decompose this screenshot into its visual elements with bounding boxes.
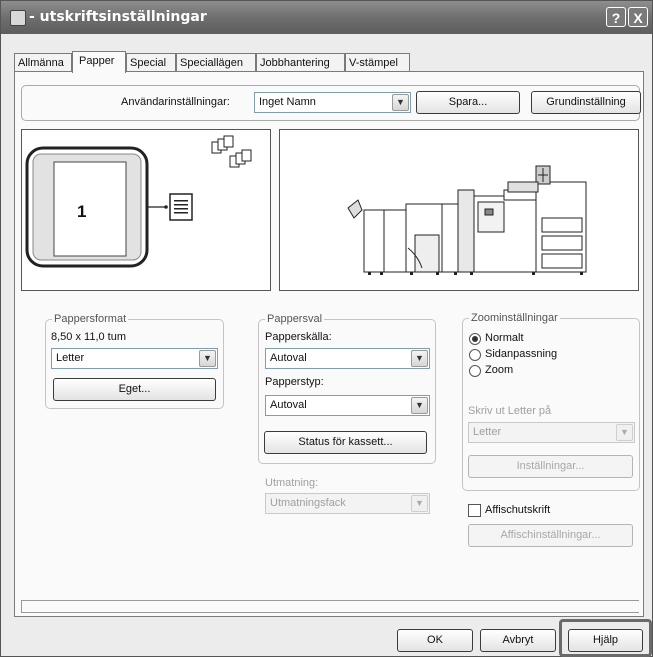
paper-size-value: Letter [56, 352, 85, 364]
chevron-down-icon: ▼ [616, 424, 633, 441]
save-button[interactable]: Spara... [416, 91, 520, 114]
default-settings-button[interactable]: Grundinställning [531, 91, 641, 114]
print-settings-window: - utskriftsinställningar ? X Allmänna Pa… [0, 0, 653, 657]
chevron-down-icon: ▼ [411, 495, 428, 512]
tab-paper[interactable]: Papper [72, 51, 126, 73]
print-on-select[interactable]: Letter ▼ [468, 422, 635, 443]
paper-source-label: Papperskälla: [265, 331, 332, 343]
print-on-label: Skriv ut Letter på [468, 405, 552, 417]
poster-checkbox[interactable] [468, 504, 481, 517]
help-button[interactable]: Hjälp [568, 629, 643, 652]
tab-special[interactable]: Special [126, 53, 176, 72]
radio-zoom[interactable] [469, 365, 481, 377]
title-bar: - utskriftsinställningar ? X [1, 1, 652, 34]
page-preview-graphic [25, 135, 252, 268]
print-on-value: Letter [473, 426, 502, 438]
chevron-down-icon: ▼ [411, 397, 428, 414]
paper-size-select[interactable]: Letter ▼ [51, 348, 218, 369]
user-settings-select[interactable]: Inget Namn ▼ [254, 92, 411, 113]
radio-fit-to-page-label: Sidanpassning [485, 348, 558, 360]
tab-special-modes[interactable]: Speciallägen [176, 53, 256, 72]
close-button[interactable]: X [628, 7, 648, 27]
output-tray-select[interactable]: Utmatningsfack ▼ [265, 493, 430, 514]
paper-size-title: Pappersformat [52, 313, 129, 325]
printer-machine-icon [347, 165, 587, 275]
chevron-down-icon: ▼ [199, 350, 216, 367]
help-title-button[interactable]: ? [606, 7, 626, 27]
custom-size-button[interactable]: Eget... [53, 378, 216, 401]
ok-button[interactable]: OK [397, 629, 473, 652]
output-label: Utmatning: [265, 477, 319, 489]
paper-type-select[interactable]: Autoval ▼ [265, 395, 430, 416]
tray-status-button[interactable]: Status för kassett... [264, 431, 427, 454]
page-number: 1 [77, 202, 87, 221]
cancel-button[interactable]: Avbryt [480, 629, 556, 652]
poster-checkbox-label: Affischutskrift [485, 504, 551, 516]
paper-source-select[interactable]: Autoval ▼ [265, 348, 430, 369]
tab-job-handling[interactable]: Jobbhantering [256, 53, 345, 72]
printer-icon [10, 10, 26, 26]
radio-zoom-label: Zoom [485, 364, 514, 376]
poster-settings-button[interactable]: Affischinställningar... [468, 524, 633, 547]
zoom-settings-title: Zoominställningar [469, 312, 560, 324]
paper-dimensions: 8,50 x 11,0 tum [51, 331, 127, 343]
paper-selection-title: Pappersval [265, 313, 325, 325]
tab-general[interactable]: Allmänna [14, 53, 72, 72]
user-settings-label: Användarinställningar: [121, 96, 230, 108]
window-title: - utskriftsinställningar [29, 9, 207, 25]
output-tray-value: Utmatningsfack [270, 497, 346, 509]
zoom-settings-button[interactable]: Inställningar... [468, 455, 633, 478]
status-divider [21, 600, 639, 613]
printer-preview [279, 129, 639, 291]
radio-normal[interactable] [469, 333, 481, 345]
tab-v-stamp[interactable]: V-stämpel [345, 53, 410, 72]
chevron-down-icon: ▼ [411, 350, 428, 367]
paper-type-value: Autoval [270, 399, 307, 411]
user-settings-value: Inget Namn [259, 96, 316, 108]
radio-fit-to-page[interactable] [469, 349, 481, 361]
layout-preview: 1 [21, 129, 271, 291]
paper-source-value: Autoval [270, 352, 307, 364]
paper-type-label: Papperstyp: [265, 376, 324, 388]
radio-normal-label: Normalt [485, 332, 524, 344]
chevron-down-icon: ▼ [392, 94, 409, 111]
